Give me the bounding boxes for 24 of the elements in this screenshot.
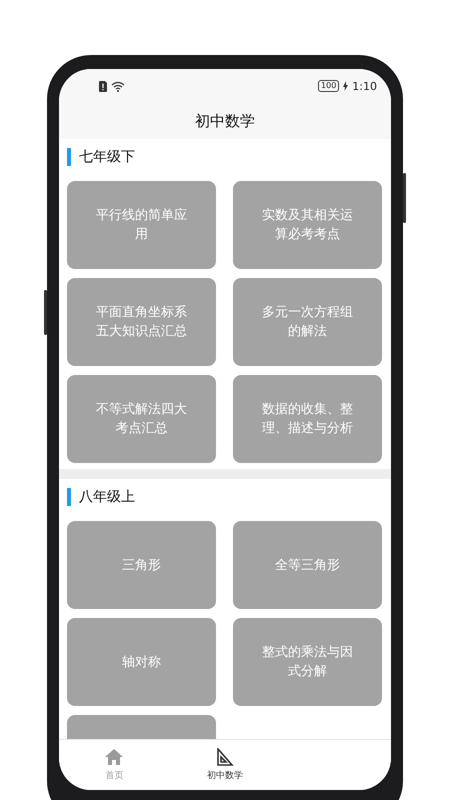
topic-card[interactable]: 整式的乘法与因式分解 [233, 618, 382, 706]
sim-alert-icon [99, 80, 107, 92]
section-title: 七年级下 [79, 148, 135, 166]
section-marker [67, 488, 71, 506]
topic-card[interactable]: 多元一次方程组的解法 [233, 278, 382, 366]
topic-card[interactable]: 实数及其相关运算必考考点 [233, 181, 382, 269]
nav-tab[interactable]: 首页 [59, 740, 170, 790]
ruler-triangle-icon [215, 748, 235, 766]
topic-card[interactable]: 平行线的简单应用 [67, 181, 216, 269]
topic-card[interactable]: 不等式解法四大考点汇总 [67, 375, 216, 463]
topic-card[interactable]: 全等三角形 [233, 521, 382, 609]
home-icon [104, 748, 124, 766]
charging-icon [343, 81, 348, 91]
clock-time: 1:10 [352, 80, 377, 92]
topic-card[interactable]: 轴对称 [67, 618, 216, 706]
section-marker [67, 148, 71, 166]
page-title: 初中数学 [195, 112, 255, 130]
nav-tab[interactable]: 初中数学 [170, 740, 280, 790]
wifi-icon [111, 80, 125, 92]
topic-card[interactable]: 三角形 [67, 521, 216, 609]
topic-card[interactable]: 平面直角坐标系五大知识点汇总 [67, 278, 216, 366]
topic-card[interactable]: 数据的收集、整理、描述与分析 [233, 375, 382, 463]
battery-level: 100 [318, 80, 340, 92]
section-title: 八年级上 [79, 488, 135, 506]
